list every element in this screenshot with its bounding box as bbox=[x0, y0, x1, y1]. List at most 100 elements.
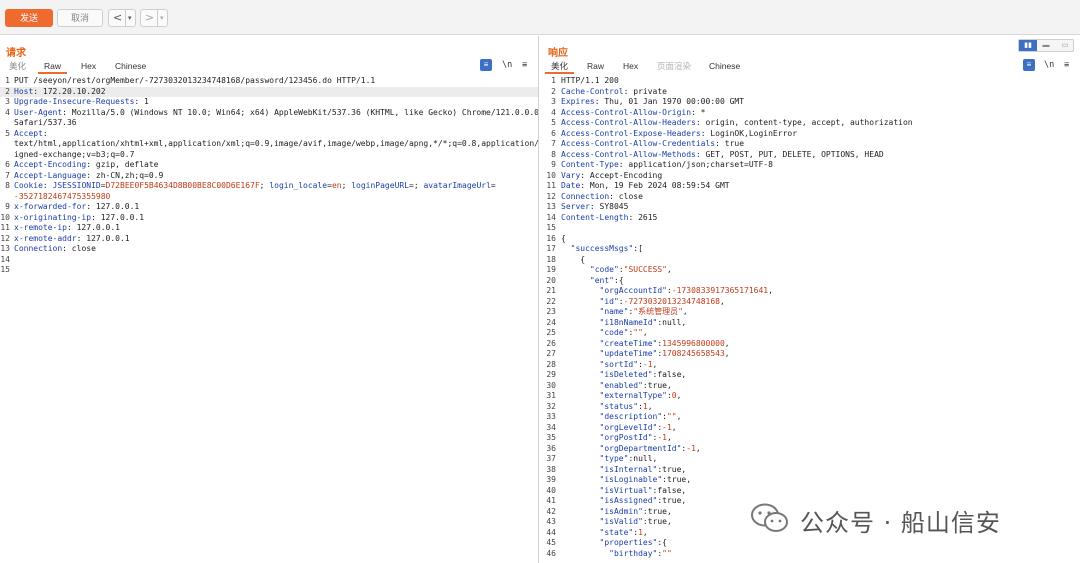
code-token: :true, bbox=[657, 464, 687, 474]
line-number: 20 bbox=[546, 275, 556, 285]
menu-icon[interactable]: ≡ bbox=[522, 59, 527, 71]
code-token: :true, bbox=[642, 380, 672, 390]
line-number: 14 bbox=[546, 212, 556, 222]
tab-raw[interactable]: Raw bbox=[587, 59, 604, 74]
line-number: 5 bbox=[551, 118, 556, 127]
code-token: avatarImageUrl bbox=[423, 181, 491, 190]
tab-chinese[interactable]: Chinese bbox=[115, 59, 146, 74]
line-number: 28 bbox=[546, 359, 556, 369]
chevron-right-icon: > bbox=[145, 11, 155, 24]
line-content: "externalType":0, bbox=[561, 391, 682, 402]
newline-icon[interactable]: \n bbox=[1044, 59, 1054, 71]
menu-icon[interactable]: ≡ bbox=[1064, 59, 1069, 71]
code-token: , bbox=[647, 401, 653, 411]
code-token: "isAdmin" bbox=[599, 506, 643, 516]
code-token: : zh-CN,zh;q=0.9 bbox=[86, 170, 164, 180]
tab-pretty[interactable]: 美化 bbox=[545, 59, 575, 74]
code-token: : Mozilla/5.0 (Windows NT 10.0; Win64; x… bbox=[62, 107, 538, 117]
code-token: "" bbox=[662, 548, 672, 558]
tab-chinese[interactable]: Chinese bbox=[709, 59, 740, 74]
send-button[interactable]: 发送 bbox=[5, 9, 53, 27]
code-line: 13 Connection: close bbox=[0, 244, 538, 255]
code-token: = bbox=[490, 181, 496, 190]
code-line: 6 Accept-Encoding: gzip, deflate bbox=[0, 160, 538, 171]
code-line: 30 "enabled":true, bbox=[541, 381, 1080, 392]
code-token: : true bbox=[715, 139, 745, 148]
newline-icon[interactable]: \n bbox=[502, 59, 512, 71]
wrap-icon[interactable]: ≡ bbox=[1023, 59, 1035, 71]
code-line: text/html,application/xhtml+xml,applicat… bbox=[0, 139, 538, 150]
chevron-down-icon[interactable]: ▾ bbox=[125, 10, 132, 26]
watermark: 公众号 · 船山信安 bbox=[750, 500, 1050, 537]
line-content: "name":"系统管理员", bbox=[561, 307, 688, 318]
line-number: 17 bbox=[546, 244, 556, 253]
code-token: Content-Type bbox=[561, 160, 619, 169]
wrap-icon[interactable]: ≡ bbox=[480, 59, 492, 71]
code-token: 1708245658543 bbox=[662, 349, 725, 358]
line-content: User-Agent: Mozilla/5.0 (Windows NT 10.0… bbox=[14, 108, 538, 119]
code-token: Cookie bbox=[14, 181, 43, 190]
layout-side-by-side-icon[interactable]: ▮▮ bbox=[1019, 40, 1037, 51]
line-number: 2 bbox=[551, 86, 556, 96]
code-line: 12 x-remote-addr: 127.0.0.1 bbox=[0, 234, 538, 245]
watermark-text: 公众号 · 船山信安 bbox=[800, 509, 1001, 537]
line-number: 23 bbox=[546, 307, 556, 316]
chevron-left-icon: < bbox=[113, 11, 123, 24]
code-line: 19 "code":"SUCCESS", bbox=[541, 265, 1080, 276]
code-token: ; bbox=[341, 181, 352, 190]
line-number: 2 bbox=[5, 86, 10, 96]
code-token: Cache-Control bbox=[561, 86, 624, 96]
code-line: 2 Host: 172.20.10.202 bbox=[0, 86, 538, 97]
line-content: Accept-Encoding: gzip, deflate bbox=[14, 160, 159, 171]
code-token: "name" bbox=[599, 307, 629, 316]
code-token: Server bbox=[561, 202, 590, 211]
line-content: "updateTime":1708245658543, bbox=[561, 349, 730, 360]
code-token: Host bbox=[14, 86, 34, 96]
code-token: :false, bbox=[652, 485, 687, 495]
line-content: Access-Control-Allow-Headers: origin, co… bbox=[561, 118, 913, 129]
line-content: Connection: close bbox=[561, 192, 643, 203]
line-number: 4 bbox=[551, 107, 556, 117]
tab-render[interactable]: 页面渲染 bbox=[657, 59, 691, 74]
code-token: PUT /seeyon/rest/orgMember/-727303201323… bbox=[14, 76, 376, 85]
line-number: 15 bbox=[0, 265, 10, 274]
line-content: "status":1, bbox=[561, 402, 653, 413]
line-number: 33 bbox=[546, 412, 556, 421]
code-token: "orgDepartmentId" bbox=[599, 443, 682, 453]
tab-pretty[interactable]: 美化 bbox=[9, 59, 26, 74]
line-content: text/html,application/xhtml+xml,applicat… bbox=[14, 139, 538, 150]
tab-hex[interactable]: Hex bbox=[623, 59, 638, 74]
layout-stacked-icon[interactable]: ▬ bbox=[1037, 40, 1055, 51]
line-content: "id":-7273032013234748168, bbox=[561, 297, 725, 308]
line-content: "description":"", bbox=[561, 412, 682, 423]
request-editor[interactable]: 1 PUT /seeyon/rest/orgMember/-72730320132… bbox=[0, 76, 538, 563]
line-content: "successMsgs":[ bbox=[561, 244, 643, 255]
line-content: "ent":{ bbox=[561, 276, 624, 287]
line-number: 12 bbox=[0, 233, 10, 243]
code-token: -1 bbox=[657, 433, 667, 442]
response-editor[interactable]: 1 HTTP/1.1 200 2 Cache-Control: private 3 Exp… bbox=[541, 76, 1080, 563]
line-content: Vary: Accept-Encoding bbox=[561, 171, 662, 182]
layout-single-icon[interactable]: ▭ bbox=[1056, 40, 1074, 51]
code-token: "orgAccountId" bbox=[599, 286, 667, 295]
tab-raw[interactable]: Raw bbox=[38, 59, 68, 74]
chevron-down-icon[interactable]: ▾ bbox=[157, 10, 164, 26]
cancel-button[interactable]: 取消 bbox=[57, 9, 103, 27]
line-content: "isInternal":true, bbox=[561, 464, 687, 476]
line-number: 36 bbox=[546, 443, 556, 453]
line-number: 12 bbox=[546, 191, 556, 201]
code-token: D72BEE0F5B4634D8B00BE8C00D6E167F bbox=[105, 181, 260, 190]
back-button[interactable]: < ▾ bbox=[108, 9, 136, 27]
line-number: 25 bbox=[546, 328, 556, 337]
forward-button[interactable]: > ▾ bbox=[140, 9, 168, 27]
tab-hex[interactable]: Hex bbox=[81, 59, 96, 74]
code-line: 38 "isInternal":true, bbox=[541, 465, 1080, 476]
line-content: igned-exchange;v=b3;q=0.7 bbox=[14, 150, 134, 161]
